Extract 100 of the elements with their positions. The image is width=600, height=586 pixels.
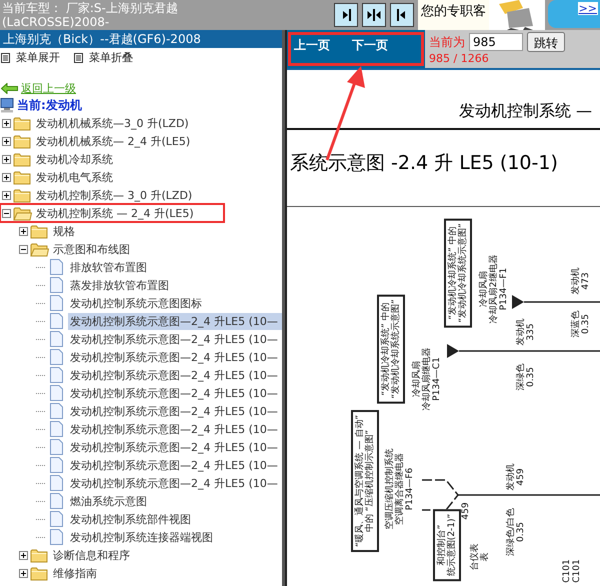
tree-item[interactable]: 诊断信息和程序 xyxy=(51,546,132,564)
tree-item[interactable]: 蒸发排放软管布置图 xyxy=(68,276,171,294)
current-location: 当前:发动机 xyxy=(17,97,82,114)
document-icon xyxy=(50,349,63,365)
document-icon xyxy=(50,313,63,329)
document-icon xyxy=(50,331,63,347)
tree-item[interactable]: 发动机控制系统示意图—2_4 升LE5 (10— xyxy=(68,312,282,330)
expand-toggle[interactable] xyxy=(2,190,11,200)
pin-label: 459 xyxy=(461,502,471,520)
folder-icon xyxy=(30,224,49,238)
document-icon xyxy=(50,493,63,509)
panel-toggle-button[interactable] xyxy=(390,3,414,27)
expand-toggle[interactable] xyxy=(2,208,11,218)
folder-icon xyxy=(13,188,32,202)
reference-callout: “发动机冷却系统” 中的 “发动机冷却系统示意图” xyxy=(444,218,472,328)
tree-item[interactable]: 发动机控制系统连接器端视图 xyxy=(68,528,215,546)
wire-label: 深绿色/白色 0.35 xyxy=(506,508,526,556)
tree-item[interactable]: 燃油系统示意图 xyxy=(68,492,149,510)
folder-icon xyxy=(13,152,32,166)
tree-item[interactable]: 发动机控制系统示意图—2_4 升LE5 (10— xyxy=(68,402,280,420)
computer-icon xyxy=(0,98,14,113)
more-link[interactable]: >> xyxy=(578,2,598,15)
reference-callout: 和控制台” 统示意图(2-1)” xyxy=(433,508,461,582)
jump-button[interactable]: 跳转 xyxy=(527,32,565,52)
folder-icon xyxy=(13,206,32,220)
tree-item[interactable]: 维修指南 xyxy=(51,564,99,582)
document-icon xyxy=(50,277,63,293)
expand-toggle[interactable] xyxy=(19,550,28,560)
wire-label: 发动机 473 xyxy=(571,268,591,294)
tree-item[interactable]: 发动机控制系统示意图—2_4 升LE5 (10— xyxy=(68,474,280,492)
wire-label: 发动机 335 xyxy=(516,318,536,346)
split-view-icon xyxy=(367,8,381,22)
page-count: 985 / 1266 xyxy=(429,52,490,65)
document-subtitle: 系统示意图 -2.4 升 LE5 (10-1) xyxy=(290,152,558,174)
folder-icon xyxy=(13,116,32,130)
folder-icon xyxy=(30,548,49,562)
document-icon xyxy=(50,403,63,419)
tree-item[interactable]: 发动机控制系统— 3_0 升(LZD) xyxy=(34,186,194,204)
expand-toggle[interactable] xyxy=(19,226,28,236)
component-label: 台仪表 xyxy=(470,544,480,570)
tree-item[interactable]: 发动机控制系统示意图—2_4 升LE5 (10— xyxy=(68,348,280,366)
component-label: 冷却风扇继电器 xyxy=(422,348,432,410)
expand-toggle[interactable] xyxy=(19,568,28,578)
expand-toggle[interactable] xyxy=(2,118,11,128)
tree-item[interactable]: 发动机控制系统部件视图 xyxy=(68,510,193,528)
expand-toggle[interactable] xyxy=(2,136,11,146)
document-icon xyxy=(50,259,63,275)
next-page-button[interactable]: 下一页 xyxy=(352,37,388,53)
back-arrow-icon xyxy=(1,83,18,94)
tree-item[interactable]: 发动机机械系统—3_0 升(LZD) xyxy=(34,114,191,132)
vehicle-info: 当前车型： 厂家:S-上海别克君越 xyxy=(2,1,179,15)
wire-label: 发动机 459 xyxy=(506,464,526,490)
tree-item[interactable]: 发动机机械系统— 2_4 升(LE5) xyxy=(34,132,192,150)
tree-item[interactable]: 规格 xyxy=(51,222,77,240)
previous-page-button[interactable]: 上一页 xyxy=(294,37,330,53)
tree-item[interactable]: 发动机控制系统示意图图标 xyxy=(68,294,204,312)
reference-callout: “发动机冷却系统” 中的 “发动机冷却系统示意图” xyxy=(377,294,405,404)
panel-toggle-button[interactable] xyxy=(334,3,358,27)
folder-icon xyxy=(30,566,49,580)
document-icon xyxy=(50,529,63,545)
page-input[interactable]: 985 xyxy=(469,33,523,51)
component-label: 空调离合器继电器 xyxy=(395,452,405,527)
connector-label: C101 C101 xyxy=(562,559,582,583)
tree-item[interactable]: 排放软管布置图 xyxy=(68,258,149,276)
component-label: P134—F6 xyxy=(405,466,415,512)
document-title: 发动机控制系统 — xyxy=(458,101,592,122)
tree-item[interactable]: 发动机电气系统 xyxy=(34,168,115,186)
expand-toggle[interactable] xyxy=(19,244,28,254)
component-label: P134—C1 xyxy=(432,356,442,403)
tree-item[interactable]: 发动机控制系统示意图—2_4 升LE5 (10— xyxy=(68,420,280,438)
panel-toggle-button[interactable] xyxy=(362,3,386,27)
component-label: 表 xyxy=(480,552,490,564)
back-link[interactable]: 返回上一级 xyxy=(21,81,76,96)
wire-label: 深蓝色 0.35 xyxy=(571,310,591,338)
tree-item[interactable]: 发动机控制系统 — 2_4 升(LE5) xyxy=(34,204,196,222)
folder-icon xyxy=(30,242,49,256)
expand-toggle[interactable] xyxy=(2,172,11,182)
tree-item[interactable]: 发动机冷却系统 xyxy=(34,150,115,168)
component-label: 冷却风扇2继电器 xyxy=(489,254,499,324)
folder-icon xyxy=(13,134,32,148)
tree-item[interactable]: 发动机控制系统示意图—2_4 升LE5 (10— xyxy=(68,366,280,384)
tree-item[interactable]: 发动机控制系统示意图—2_4 升LE5 (10— xyxy=(68,438,280,456)
vehicle-title: 上海别克（Bick）--君越(GF6)-2008 xyxy=(0,30,282,48)
document-icon xyxy=(50,457,63,473)
reference-callout: “暖风、通风与空调系统 — 自动” 中的 “压缩机控制示意图” xyxy=(351,410,379,552)
page-label: 当前为 xyxy=(429,34,465,50)
document-icon xyxy=(50,421,63,437)
component-label: 冷却风扇 xyxy=(412,361,422,397)
document-icon xyxy=(50,439,63,455)
tree-item[interactable]: 发动机控制系统示意图—2_4 升LE5 (10— xyxy=(68,384,280,402)
tree-item[interactable]: 示意图和布线图 xyxy=(51,240,132,258)
menu-action[interactable]: 菜单折叠 xyxy=(87,50,143,65)
document-icon xyxy=(50,367,63,383)
list-icon xyxy=(74,52,83,62)
tree-item[interactable]: 发动机控制系统示意图—2_4 升LE5 (10— xyxy=(68,330,280,348)
tree-item[interactable]: 发动机控制系统示意图—2_4 升LE5 (10— xyxy=(68,456,280,474)
expand-toggle[interactable] xyxy=(2,154,11,164)
wire-label: 深绿色 0.35 xyxy=(516,364,536,390)
promo-text: 您的专职客 xyxy=(418,0,489,30)
menu-action[interactable]: 菜单展开 xyxy=(14,50,70,65)
